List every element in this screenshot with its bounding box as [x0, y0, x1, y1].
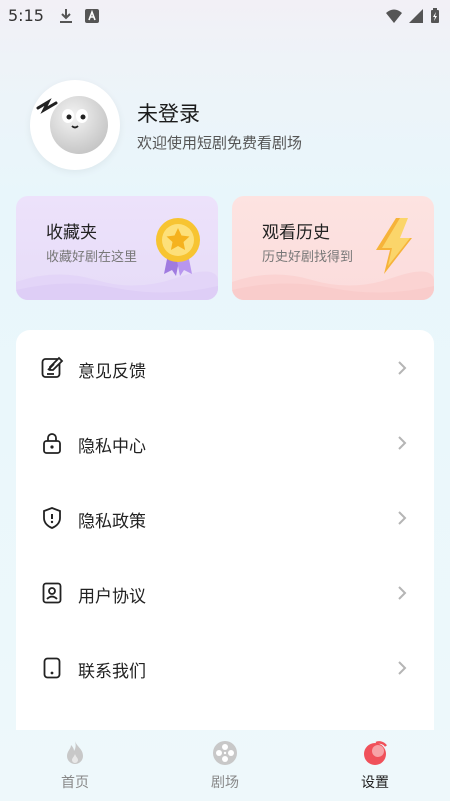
- font-app-icon: [85, 9, 99, 23]
- medal-icon: [156, 218, 200, 276]
- welcome-subtitle: 欢迎使用短剧免费看剧场: [137, 134, 303, 152]
- lock-icon: [43, 433, 61, 454]
- history-card[interactable]: 观看历史 历史好剧找得到: [232, 196, 434, 300]
- tab-home-label: 首页: [61, 775, 89, 791]
- shield-icon: [43, 507, 61, 529]
- chevron-right-icon: [398, 661, 407, 675]
- menu-label-feedback: 意见反馈: [78, 362, 146, 382]
- avatar-character-icon: [36, 98, 88, 129]
- chevron-right-icon: [398, 436, 407, 450]
- tab-theater[interactable]: 剧场: [180, 732, 270, 801]
- login-status-title[interactable]: 未登录: [137, 98, 200, 128]
- chevron-right-icon: [398, 511, 407, 525]
- menu-item-contact-us[interactable]: 联系我们: [16, 630, 434, 705]
- history-desc: 历史好剧找得到: [262, 250, 354, 265]
- settings-menu: 意见反馈 隐私中心 隐私政策 用户协议 联系我们: [16, 330, 434, 730]
- feedback-icon: [41, 356, 64, 378]
- phone-icon: [43, 657, 61, 679]
- lightning-icon: [376, 218, 412, 274]
- menu-label-privacy-policy: 隐私政策: [78, 512, 146, 532]
- favorites-title: 收藏夹: [46, 223, 97, 243]
- profile-header[interactable]: 未登录 欢迎使用短剧免费看剧场: [30, 80, 430, 175]
- status-bar: 5:15: [0, 0, 450, 32]
- signal-icon: [409, 9, 423, 23]
- menu-label-contact-us: 联系我们: [78, 662, 146, 682]
- menu-item-user-agreement[interactable]: 用户协议: [16, 555, 434, 630]
- tab-settings-label: 设置: [361, 775, 389, 791]
- avatar[interactable]: [30, 80, 120, 170]
- chevron-right-icon: [398, 361, 407, 375]
- menu-item-feedback[interactable]: 意见反馈: [16, 330, 434, 405]
- tab-theater-label: 剧场: [211, 775, 239, 791]
- history-title: 观看历史: [262, 223, 330, 243]
- download-icon: [60, 9, 72, 23]
- favorites-desc: 收藏好剧在这里: [46, 250, 138, 265]
- menu-item-privacy-policy[interactable]: 隐私政策: [16, 480, 434, 555]
- settings-avatar-icon: [364, 741, 387, 765]
- tab-home[interactable]: 首页: [30, 732, 120, 801]
- menu-item-privacy-center[interactable]: 隐私中心: [16, 405, 434, 480]
- status-time: 5:15: [8, 6, 44, 25]
- menu-label-user-agreement: 用户协议: [78, 587, 146, 607]
- user-document-icon: [42, 582, 62, 604]
- menu-label-privacy-center: 隐私中心: [78, 437, 146, 457]
- wifi-icon: [386, 9, 402, 23]
- battery-icon: [431, 8, 439, 23]
- film-reel-icon: [213, 741, 237, 765]
- chevron-right-icon: [398, 586, 407, 600]
- bottom-tab-bar: 首页 剧场 设置: [0, 732, 450, 801]
- fire-icon: [67, 741, 83, 764]
- tab-settings[interactable]: 设置: [330, 732, 420, 801]
- favorites-card[interactable]: 收藏夹 收藏好剧在这里: [16, 196, 218, 300]
